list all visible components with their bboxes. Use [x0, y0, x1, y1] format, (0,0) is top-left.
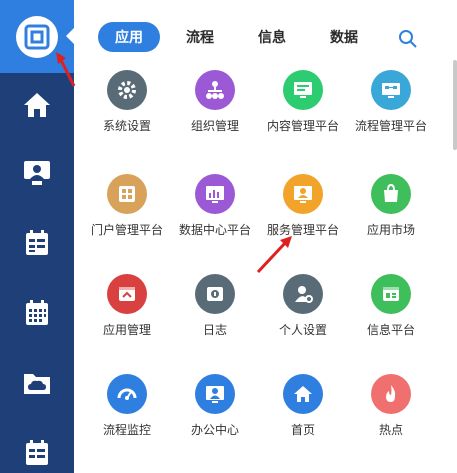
- user-monitor-icon: [24, 161, 50, 185]
- monitor-icon: [283, 70, 323, 110]
- tab-info[interactable]: 信息: [248, 22, 296, 52]
- scrollbar[interactable]: [453, 60, 457, 150]
- app-process-management[interactable]: 流程管理平台: [348, 70, 434, 134]
- sidebar-item-workspace[interactable]: [0, 148, 74, 198]
- app-label: 信息平台: [366, 323, 415, 337]
- log-icon: [195, 274, 235, 314]
- app-home[interactable]: 首页: [260, 374, 346, 438]
- annotation-arrow-logo: [56, 52, 76, 87]
- app-app-management[interactable]: 应用管理: [84, 274, 170, 338]
- calendar-list-icon: [26, 230, 48, 255]
- app-label: 数据中心平台: [178, 223, 251, 237]
- tab-process[interactable]: 流程: [176, 22, 224, 52]
- home-icon: [283, 374, 323, 414]
- logo-icon: [16, 15, 58, 58]
- app-label: 流程监控: [102, 423, 151, 437]
- search-button[interactable]: [398, 29, 418, 49]
- app-label: 首页: [290, 423, 315, 437]
- office-user-icon: [195, 374, 235, 414]
- sidebar-item-notes[interactable]: [0, 428, 74, 473]
- search-icon: [399, 30, 417, 48]
- sidebar-item-calendar[interactable]: [0, 288, 74, 338]
- home-icon: [24, 93, 50, 117]
- app-service-management[interactable]: 服务管理平台: [260, 174, 346, 238]
- app-label: 应用市场: [366, 223, 415, 237]
- notes-icon: [26, 440, 48, 465]
- service-icon: [283, 174, 323, 214]
- sidebar-item-calendar-list[interactable]: [0, 218, 74, 268]
- bar-chart-icon: [195, 174, 235, 214]
- app-label: 办公中心: [190, 423, 239, 437]
- user-settings-icon: [283, 274, 323, 314]
- flow-icon: [371, 70, 411, 110]
- grid-icon: [107, 174, 147, 214]
- app-content-management[interactable]: 内容管理平台: [260, 70, 346, 134]
- app-label: 个人设置: [278, 323, 327, 337]
- app-data-center[interactable]: 数据中心平台: [172, 174, 258, 238]
- app-org-management[interactable]: 组织管理: [172, 70, 258, 134]
- app-portal-management[interactable]: 门户管理平台: [84, 174, 170, 238]
- app-app-market[interactable]: 应用市场: [348, 174, 434, 238]
- app-label: 日志: [202, 323, 227, 337]
- app-label: 应用管理: [102, 323, 151, 337]
- app-hotspot[interactable]: 热点: [348, 374, 434, 438]
- app-label: 门户管理平台: [90, 223, 163, 237]
- annotation-arrow-service: [256, 236, 292, 274]
- org-chart-icon: [195, 70, 235, 110]
- app-label: 系统设置: [102, 119, 151, 133]
- app-label: 流程管理平台: [354, 119, 427, 133]
- app-system-settings[interactable]: 系统设置: [84, 70, 170, 134]
- info-window-icon: [371, 274, 411, 314]
- cloud-folder-icon: [24, 374, 50, 394]
- app-process-monitor[interactable]: 流程监控: [84, 374, 170, 438]
- app-label: 组织管理: [190, 119, 239, 133]
- app-window-icon: [107, 274, 147, 314]
- shopping-bag-icon: [371, 174, 411, 214]
- app-personal-settings[interactable]: 个人设置: [260, 274, 346, 338]
- app-label: 热点: [378, 423, 403, 437]
- tab-apps[interactable]: 应用: [98, 22, 160, 52]
- active-indicator: [66, 28, 74, 44]
- fire-icon: [371, 374, 411, 414]
- calendar-grid-icon: [26, 300, 48, 325]
- sidebar-item-files[interactable]: [0, 358, 74, 408]
- gear-icon: [107, 70, 147, 110]
- app-info-platform[interactable]: 信息平台: [348, 274, 434, 338]
- app-office-center[interactable]: 办公中心: [172, 374, 258, 438]
- gauge-icon: [107, 374, 147, 414]
- app-log[interactable]: 日志: [172, 274, 258, 338]
- tab-data[interactable]: 数据: [320, 22, 368, 52]
- app-label: 内容管理平台: [266, 119, 339, 133]
